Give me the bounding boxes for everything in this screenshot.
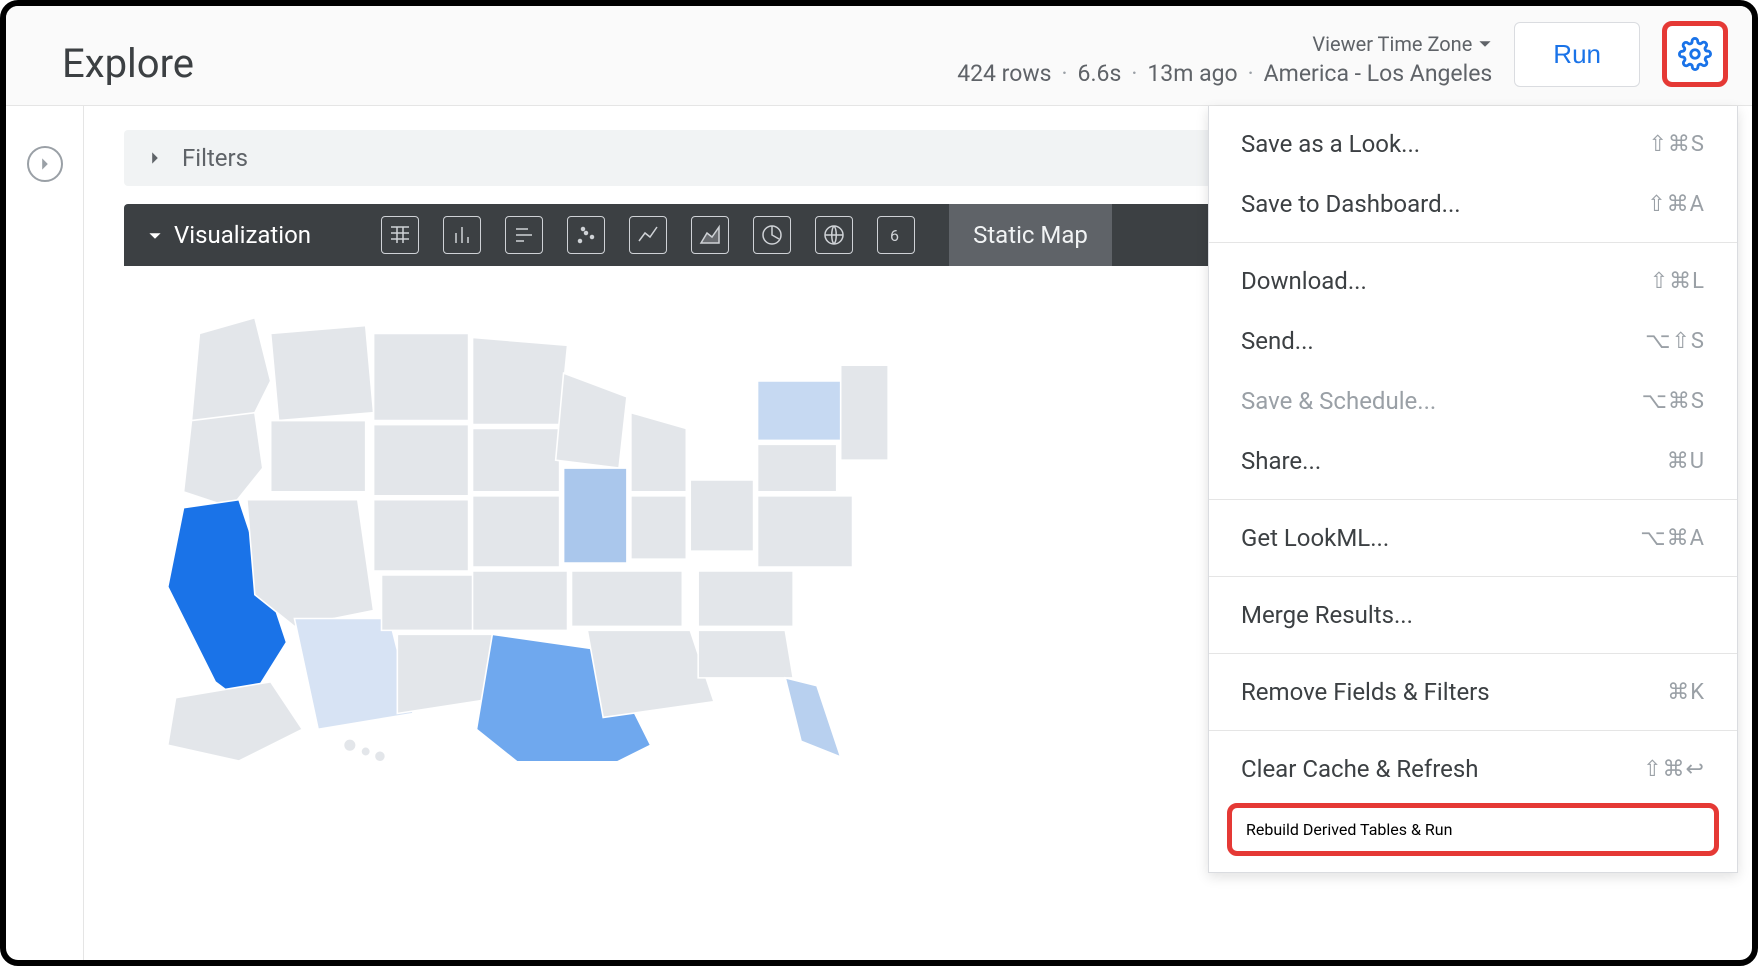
menu-item-shortcut: ⇧⌘S (1649, 132, 1706, 157)
menu-item[interactable]: Download... ⇧⌘L (1209, 251, 1737, 311)
scatter-icon[interactable] (567, 216, 605, 254)
expand-rail-button[interactable] (27, 146, 63, 182)
active-viz-label[interactable]: Static Map (949, 204, 1112, 266)
menu-item[interactable]: Clear Cache & Refresh ⇧⌘↩ (1209, 739, 1737, 799)
menu-item-shortcut: ⇧⌘A (1647, 192, 1705, 217)
menu-separator (1209, 576, 1737, 577)
menu-item[interactable]: Share... ⌘U (1209, 431, 1737, 491)
menu-item-label: Save as a Look... (1241, 130, 1420, 158)
menu-item-label: Save to Dashboard... (1241, 190, 1461, 218)
menu-item-shortcut: ⌥⌘S (1642, 389, 1705, 414)
menu-item[interactable]: Get LookML... ⌥⌘A (1209, 508, 1737, 568)
menu-separator (1209, 499, 1737, 500)
settings-dropdown-menu: Save as a Look... ⇧⌘S Save to Dashboard...… (1208, 106, 1738, 873)
menu-item-shortcut: ⌘K (1667, 680, 1705, 705)
menu-item-label: Clear Cache & Refresh (1241, 755, 1478, 783)
chevron-right-icon (38, 157, 52, 171)
menu-item-shortcut: ⌘U (1667, 449, 1705, 474)
menu-item[interactable]: Save as a Look... ⇧⌘S (1209, 114, 1737, 174)
menu-item: Save & Schedule... ⌥⌘S (1209, 371, 1737, 431)
query-duration: 6.6s (1078, 60, 1122, 87)
menu-item-shortcut: ⌥⇧S (1645, 329, 1705, 354)
bar-chart-icon[interactable] (443, 216, 481, 254)
query-stats: 424 rows · 6.6s · 13m ago · America - Lo… (957, 60, 1492, 87)
menu-separator (1209, 653, 1737, 654)
timezone-selector[interactable]: Viewer Time Zone (1312, 32, 1492, 56)
timezone-label: Viewer Time Zone (1312, 32, 1472, 56)
table-icon[interactable] (381, 216, 419, 254)
caret-right-icon (148, 151, 162, 165)
header-bar: Explore Viewer Time Zone 424 rows · 6.6s… (6, 6, 1752, 106)
menu-separator (1209, 730, 1737, 731)
menu-item-label: Save & Schedule... (1241, 387, 1436, 415)
settings-gear-button[interactable] (1662, 21, 1728, 87)
header-right: Viewer Time Zone 424 rows · 6.6s · 13m a… (957, 21, 1728, 87)
menu-item-label: Remove Fields & Filters (1241, 678, 1490, 706)
rows-count: 424 rows (957, 60, 1051, 87)
menu-item-shortcut: ⇧⌘L (1650, 269, 1705, 294)
visualization-label: Visualization (174, 221, 311, 249)
viz-type-icons: 6 (371, 216, 925, 254)
header-meta: Viewer Time Zone 424 rows · 6.6s · 13m a… (957, 32, 1492, 87)
menu-item-shortcut: ⇧⌘↩ (1643, 757, 1705, 782)
gear-icon (1678, 37, 1712, 71)
left-rail (6, 106, 84, 960)
page-title: Explore (62, 40, 194, 87)
us-map-icon (144, 286, 904, 761)
menu-item-highlighted[interactable]: Rebuild Derived Tables & Run (1227, 803, 1719, 856)
svg-text:6: 6 (890, 226, 899, 245)
menu-item-label: Rebuild Derived Tables & Run (1246, 820, 1452, 839)
menu-item-label: Send... (1241, 327, 1314, 355)
query-age: 13m ago (1147, 60, 1237, 87)
menu-item[interactable]: Remove Fields & Filters ⌘K (1209, 662, 1737, 722)
menu-item[interactable]: Save to Dashboard... ⇧⌘A (1209, 174, 1737, 234)
filters-label: Filters (182, 144, 248, 172)
menu-item[interactable]: Send... ⌥⇧S (1209, 311, 1737, 371)
menu-separator (1209, 242, 1737, 243)
chevron-down-icon (1478, 37, 1492, 51)
timezone-value: America - Los Angeles (1264, 60, 1493, 87)
menu-item-label: Share... (1241, 447, 1321, 475)
menu-item-shortcut: ⌥⌘A (1640, 526, 1705, 551)
map-icon[interactable] (815, 216, 853, 254)
menu-item-label: Get LookML... (1241, 524, 1389, 552)
menu-item[interactable]: Merge Results... (1209, 585, 1737, 645)
line-icon[interactable] (629, 216, 667, 254)
menu-item-label: Download... (1241, 267, 1367, 295)
caret-down-icon (148, 221, 162, 249)
pie-icon[interactable] (753, 216, 791, 254)
area-icon[interactable] (691, 216, 729, 254)
number-icon[interactable]: 6 (877, 216, 915, 254)
run-button[interactable]: Run (1514, 22, 1640, 87)
menu-item-label: Merge Results... (1241, 601, 1413, 629)
horizontal-bar-icon[interactable] (505, 216, 543, 254)
